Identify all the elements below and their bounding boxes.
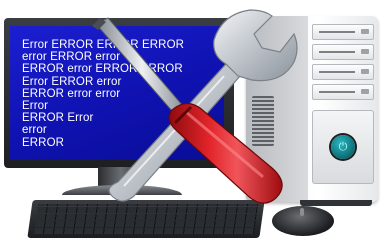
repair-scene: Error ERROR ERROR ERROR error ERROR erro… <box>0 0 382 242</box>
tools-illustration <box>92 9 298 204</box>
